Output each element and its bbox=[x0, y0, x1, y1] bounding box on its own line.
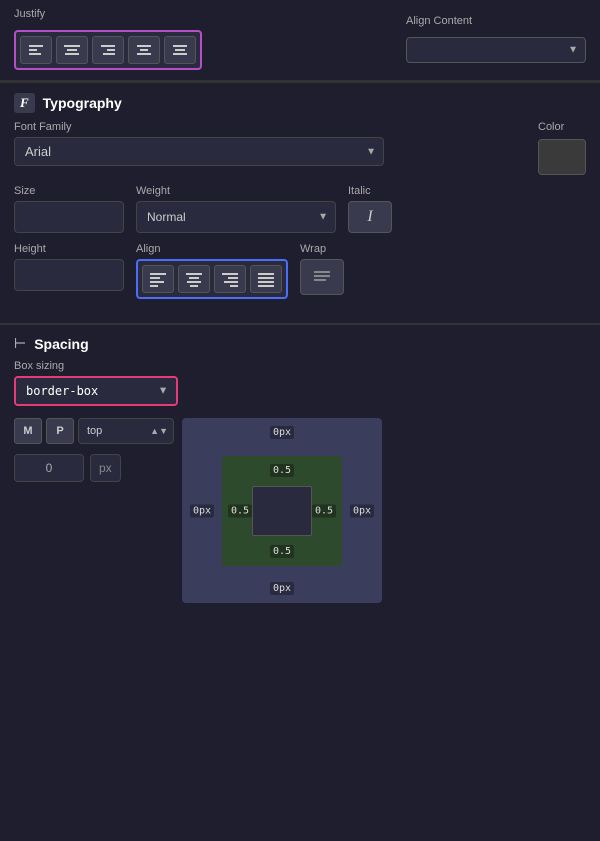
italic-symbol: I bbox=[367, 208, 372, 226]
wrap-label: Wrap bbox=[300, 243, 344, 255]
font-family-select[interactable]: Arial Helvetica Georgia Times New Roman … bbox=[14, 137, 384, 166]
box-sizing-label: Box sizing bbox=[14, 360, 178, 372]
box-model-inner-left: 0.5 bbox=[228, 504, 252, 517]
height-input[interactable] bbox=[14, 259, 124, 291]
weight-select-wrapper[interactable]: Normal Bold Lighter bbox=[136, 201, 336, 233]
box-model-outer-top: 0px bbox=[270, 426, 294, 439]
height-align-row: Height Align bbox=[14, 243, 586, 299]
align-content-group: Align Content flex-start flex-end center… bbox=[406, 15, 586, 63]
size-label: Size bbox=[14, 185, 124, 197]
box-model-outer-bottom: 0px bbox=[270, 582, 294, 595]
mp-selector-row: M P top right bottom left all ▲▼ bbox=[14, 418, 174, 444]
justify-buttons-group bbox=[14, 30, 202, 70]
justify-center-button[interactable] bbox=[56, 36, 88, 64]
weight-label: Weight bbox=[136, 185, 336, 197]
justify-between-button[interactable] bbox=[128, 36, 160, 64]
align-right-button[interactable] bbox=[214, 265, 246, 293]
typography-section-header: F Typography bbox=[0, 82, 600, 121]
italic-button[interactable]: I bbox=[348, 201, 392, 233]
direction-select[interactable]: top right bottom left all bbox=[78, 418, 174, 444]
spacing-section: Box sizing border-box content-box ▼ M P … bbox=[0, 360, 600, 617]
align-center-button[interactable] bbox=[178, 265, 210, 293]
wrap-button[interactable] bbox=[300, 259, 344, 295]
box-sizing-select[interactable]: border-box content-box bbox=[16, 378, 176, 404]
align-content-label: Align Content bbox=[406, 15, 586, 27]
font-family-group: Font Family Arial Helvetica Georgia Time… bbox=[14, 121, 384, 166]
height-group: Height bbox=[14, 243, 124, 291]
p-button[interactable]: P bbox=[46, 418, 74, 444]
size-input[interactable] bbox=[14, 201, 124, 233]
font-family-select-wrapper[interactable]: Arial Helvetica Georgia Times New Roman … bbox=[14, 137, 384, 166]
spacing-main-row: M P top right bottom left all ▲▼ px bbox=[14, 418, 586, 603]
size-weight-row: Size Weight Normal Bold Lighter Italic I bbox=[14, 185, 586, 233]
box-model-inner-right: 0.5 bbox=[312, 504, 336, 517]
italic-group: Italic I bbox=[348, 185, 392, 233]
align-justify-button[interactable] bbox=[250, 265, 282, 293]
box-model-inner: 0.5 0.5 0.5 0.5 bbox=[222, 456, 342, 566]
justify-group: Justify bbox=[14, 8, 202, 70]
align-group: Align bbox=[136, 243, 288, 299]
justify-end-button[interactable] bbox=[92, 36, 124, 64]
box-sizing-row: Box sizing border-box content-box ▼ bbox=[14, 360, 586, 406]
weight-select[interactable]: Normal Bold Lighter bbox=[136, 201, 336, 233]
justify-start-button[interactable] bbox=[20, 36, 52, 64]
color-group: Color bbox=[538, 121, 586, 175]
box-model-inner-bottom: 0.5 bbox=[270, 545, 294, 558]
typography-icon: F bbox=[14, 93, 35, 113]
value-unit-row: px bbox=[14, 454, 174, 482]
box-sizing-group: Box sizing border-box content-box ▼ bbox=[14, 360, 178, 406]
height-label: Height bbox=[14, 243, 124, 255]
spacing-section-title: Spacing bbox=[34, 336, 88, 352]
spacing-controls: M P top right bottom left all ▲▼ px bbox=[14, 418, 174, 482]
typography-section: Font Family Arial Helvetica Georgia Time… bbox=[0, 121, 600, 323]
justify-align-section: Justify bbox=[0, 0, 600, 81]
wrap-group: Wrap bbox=[300, 243, 344, 295]
spacing-icon: ⊢ bbox=[14, 335, 26, 352]
box-model-diagram: 0px 0px 0px 0px 0.5 0.5 0.5 0.5 bbox=[182, 418, 382, 603]
direction-wrapper[interactable]: top right bottom left all ▲▼ bbox=[78, 418, 174, 444]
justify-label: Justify bbox=[14, 8, 202, 20]
weight-group: Weight Normal Bold Lighter bbox=[136, 185, 336, 233]
box-model-inner-top: 0.5 bbox=[270, 464, 294, 477]
size-group: Size bbox=[14, 185, 124, 233]
font-family-label: Font Family bbox=[14, 121, 384, 133]
align-content-select[interactable]: flex-start flex-end center stretch bbox=[406, 37, 586, 63]
m-button[interactable]: M bbox=[14, 418, 42, 444]
align-content-select-wrapper[interactable]: flex-start flex-end center stretch bbox=[406, 37, 586, 63]
box-model-outer-left: 0px bbox=[190, 504, 214, 517]
italic-label: Italic bbox=[348, 185, 392, 197]
unit-label: px bbox=[90, 454, 121, 482]
justify-around-button[interactable] bbox=[164, 36, 196, 64]
font-family-row: Font Family Arial Helvetica Georgia Time… bbox=[14, 121, 586, 175]
box-model-outer-right: 0px bbox=[350, 504, 374, 517]
align-label: Align bbox=[136, 243, 288, 255]
spacing-section-header: ⊢ Spacing bbox=[0, 324, 600, 360]
spacing-value-input[interactable] bbox=[14, 454, 84, 482]
align-left-button[interactable] bbox=[142, 265, 174, 293]
color-picker[interactable] bbox=[538, 139, 586, 175]
typography-section-title: Typography bbox=[43, 95, 122, 111]
box-model-center bbox=[252, 486, 312, 536]
color-label: Color bbox=[538, 121, 586, 133]
box-sizing-select-wrapper[interactable]: border-box content-box ▼ bbox=[14, 376, 178, 406]
align-buttons-group bbox=[136, 259, 288, 299]
